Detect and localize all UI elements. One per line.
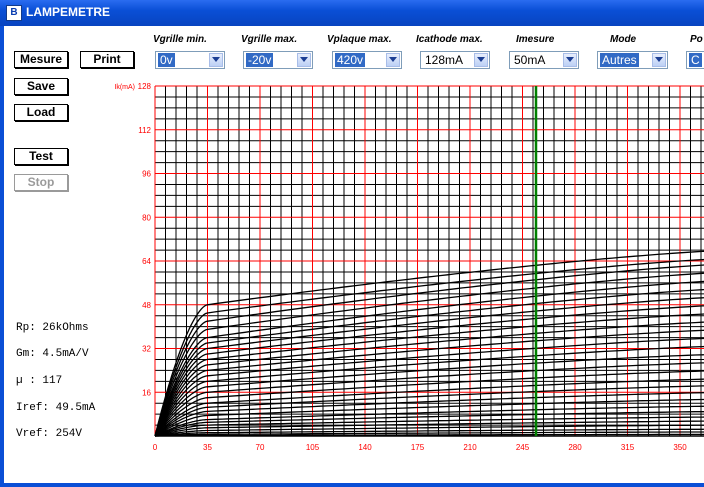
vgrille-min-value: 0v bbox=[158, 53, 175, 67]
vref-readout: Vref: 254V bbox=[16, 428, 83, 440]
save-button[interactable]: Save bbox=[14, 78, 68, 95]
po-select[interactable]: C bbox=[686, 51, 704, 69]
app-icon: B bbox=[6, 5, 22, 21]
mode-select[interactable]: Autres bbox=[597, 51, 668, 69]
x-tick-label: 350 bbox=[673, 443, 687, 452]
x-tick-label: 105 bbox=[306, 443, 320, 452]
imesure-select[interactable]: 50mA bbox=[509, 51, 579, 69]
po-label: Po bbox=[690, 34, 703, 45]
mode-label: Mode bbox=[610, 34, 637, 45]
mesure-button[interactable]: Mesure bbox=[14, 51, 68, 68]
chevron-down-icon[interactable] bbox=[386, 53, 400, 67]
x-tick-label: 0 bbox=[153, 443, 158, 452]
x-tick-label: 315 bbox=[621, 443, 635, 452]
chevron-down-icon[interactable] bbox=[563, 53, 577, 67]
print-button[interactable]: Print bbox=[80, 51, 134, 68]
imesure-label: Imesure bbox=[516, 34, 555, 45]
load-button[interactable]: Load bbox=[14, 104, 68, 121]
icathode-max-value: 128mA bbox=[425, 53, 464, 67]
x-tick-label: 245 bbox=[516, 443, 530, 452]
iref-readout: Iref: 49.5mA bbox=[16, 402, 96, 414]
plate-curve bbox=[154, 329, 704, 437]
x-tick-label: 70 bbox=[256, 443, 265, 452]
y-tick-label: 128 bbox=[138, 82, 152, 91]
x-tick-label: 210 bbox=[463, 443, 477, 452]
vgrille-min-select[interactable]: 0v bbox=[155, 51, 225, 69]
y-tick-label: 32 bbox=[142, 345, 151, 354]
y-tick-label: 80 bbox=[142, 213, 151, 222]
imesure-value: 50mA bbox=[514, 53, 546, 67]
plate-curves-chart: 16 32 48 64 80 96 112 128Ik(mA) 0 35 70 105 140 175 21… bbox=[114, 82, 704, 452]
mode-value: Autres bbox=[600, 53, 639, 67]
y-tick-label: 16 bbox=[142, 388, 151, 397]
window-frame-bottom bbox=[0, 483, 704, 487]
plate-curve bbox=[154, 385, 704, 437]
y-axis-label: Ik(mA) bbox=[114, 84, 135, 91]
title-bar: B LAMPEMETRE bbox=[0, 0, 704, 26]
vgrille-min-label: Vgrille min. bbox=[153, 34, 207, 45]
icathode-max-label: Icathode max. bbox=[416, 34, 483, 45]
vplaque-max-select[interactable]: 420v bbox=[332, 51, 402, 69]
vgrille-max-label: Vgrille max. bbox=[241, 34, 298, 45]
x-tick-label: 175 bbox=[411, 443, 425, 452]
chevron-down-icon[interactable] bbox=[297, 53, 311, 67]
vplaque-max-value: 420v bbox=[335, 53, 366, 67]
chevron-down-icon[interactable] bbox=[652, 53, 666, 67]
y-tick-label: 96 bbox=[142, 170, 151, 179]
chevron-down-icon[interactable] bbox=[474, 53, 488, 67]
x-tick-label: 35 bbox=[203, 443, 212, 452]
y-tick-label: 48 bbox=[142, 301, 151, 310]
test-button[interactable]: Test bbox=[14, 148, 68, 165]
vgrille-max-select[interactable]: -20v bbox=[243, 51, 313, 69]
stop-button: Stop bbox=[14, 174, 68, 191]
icathode-max-select[interactable]: 128mA bbox=[420, 51, 490, 69]
rp-readout: Rp: 26kOhms bbox=[16, 322, 89, 334]
chevron-down-icon[interactable] bbox=[209, 53, 223, 67]
po-value: C bbox=[689, 53, 702, 67]
mu-readout: µ : 117 bbox=[16, 375, 63, 387]
x-tick-label: 140 bbox=[358, 443, 372, 452]
x-tick-label: 280 bbox=[568, 443, 582, 452]
vplaque-max-label: Vplaque max. bbox=[327, 34, 392, 45]
window-title: LAMPEMETRE bbox=[26, 5, 110, 19]
vgrille-max-value: -20v bbox=[246, 53, 274, 67]
y-tick-label: 112 bbox=[138, 126, 151, 135]
plate-curve bbox=[154, 258, 704, 437]
y-tick-label: 64 bbox=[142, 257, 151, 266]
plate-curve bbox=[154, 272, 704, 437]
gm-readout: Gm: 4.5mA/V bbox=[16, 348, 89, 360]
